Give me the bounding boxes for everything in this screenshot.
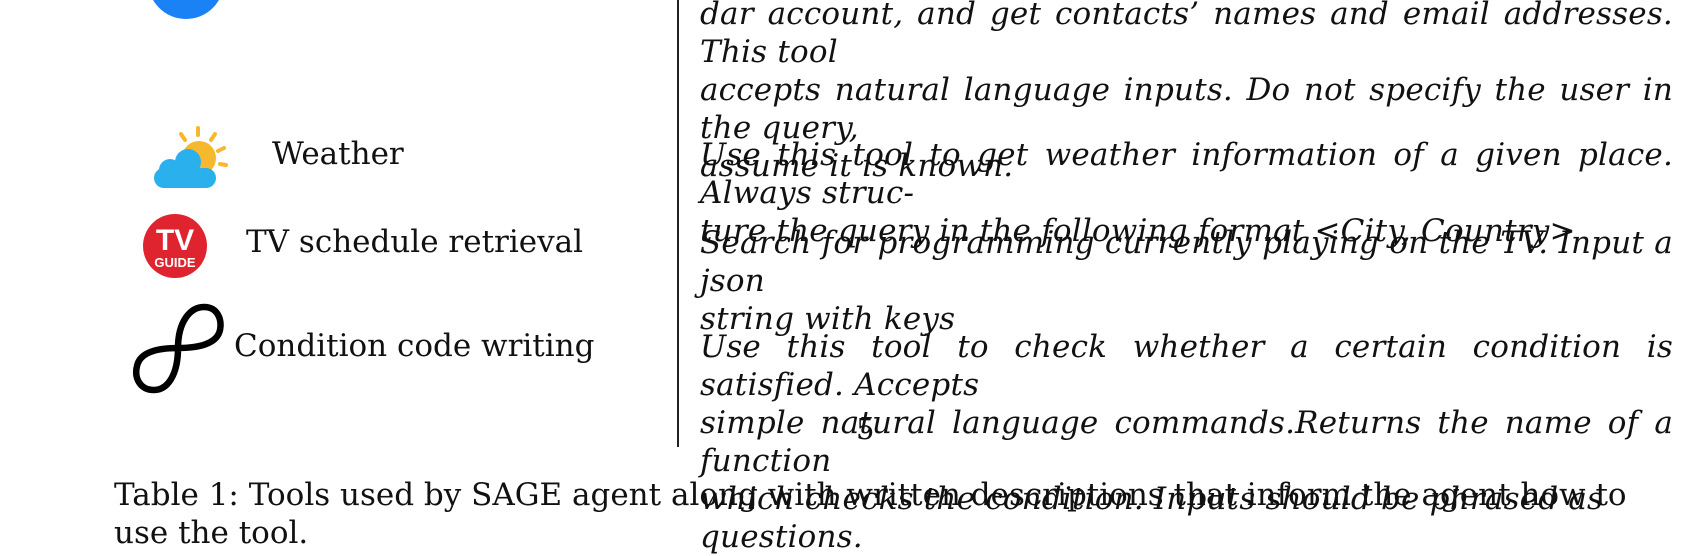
page-number: 5 — [856, 412, 875, 446]
tool-description-tv: Search for programming currently playing… — [700, 224, 1673, 338]
contacts-icon — [145, 0, 227, 26]
tool-name-condition: Condition code writing — [234, 328, 595, 364]
desc-line: simple natural language commands.Returns… — [700, 405, 1673, 479]
desc-line: Use this tool to get weather information… — [700, 137, 1673, 211]
desc-line: Search for programming currently playing… — [700, 225, 1673, 299]
desc-line: dar account, and get contacts’ names and… — [700, 0, 1673, 70]
tv-logo-line1: TV — [156, 224, 194, 257]
sun-cloud-icon — [148, 124, 232, 196]
desc-line: Use this tool to check whether a certain… — [700, 329, 1673, 403]
tv-logo-line2: GUIDE — [154, 255, 196, 270]
tv-guide-logo-icon: TV GUIDE — [142, 213, 208, 283]
tool-name-weather: Weather — [272, 136, 404, 172]
table-caption: Table 1: Tools used by SAGE agent along … — [114, 477, 1627, 551]
table-divider — [677, 0, 679, 447]
tool-name-tv: TV schedule retrieval — [246, 224, 584, 260]
infinity-loop-icon — [132, 302, 224, 398]
